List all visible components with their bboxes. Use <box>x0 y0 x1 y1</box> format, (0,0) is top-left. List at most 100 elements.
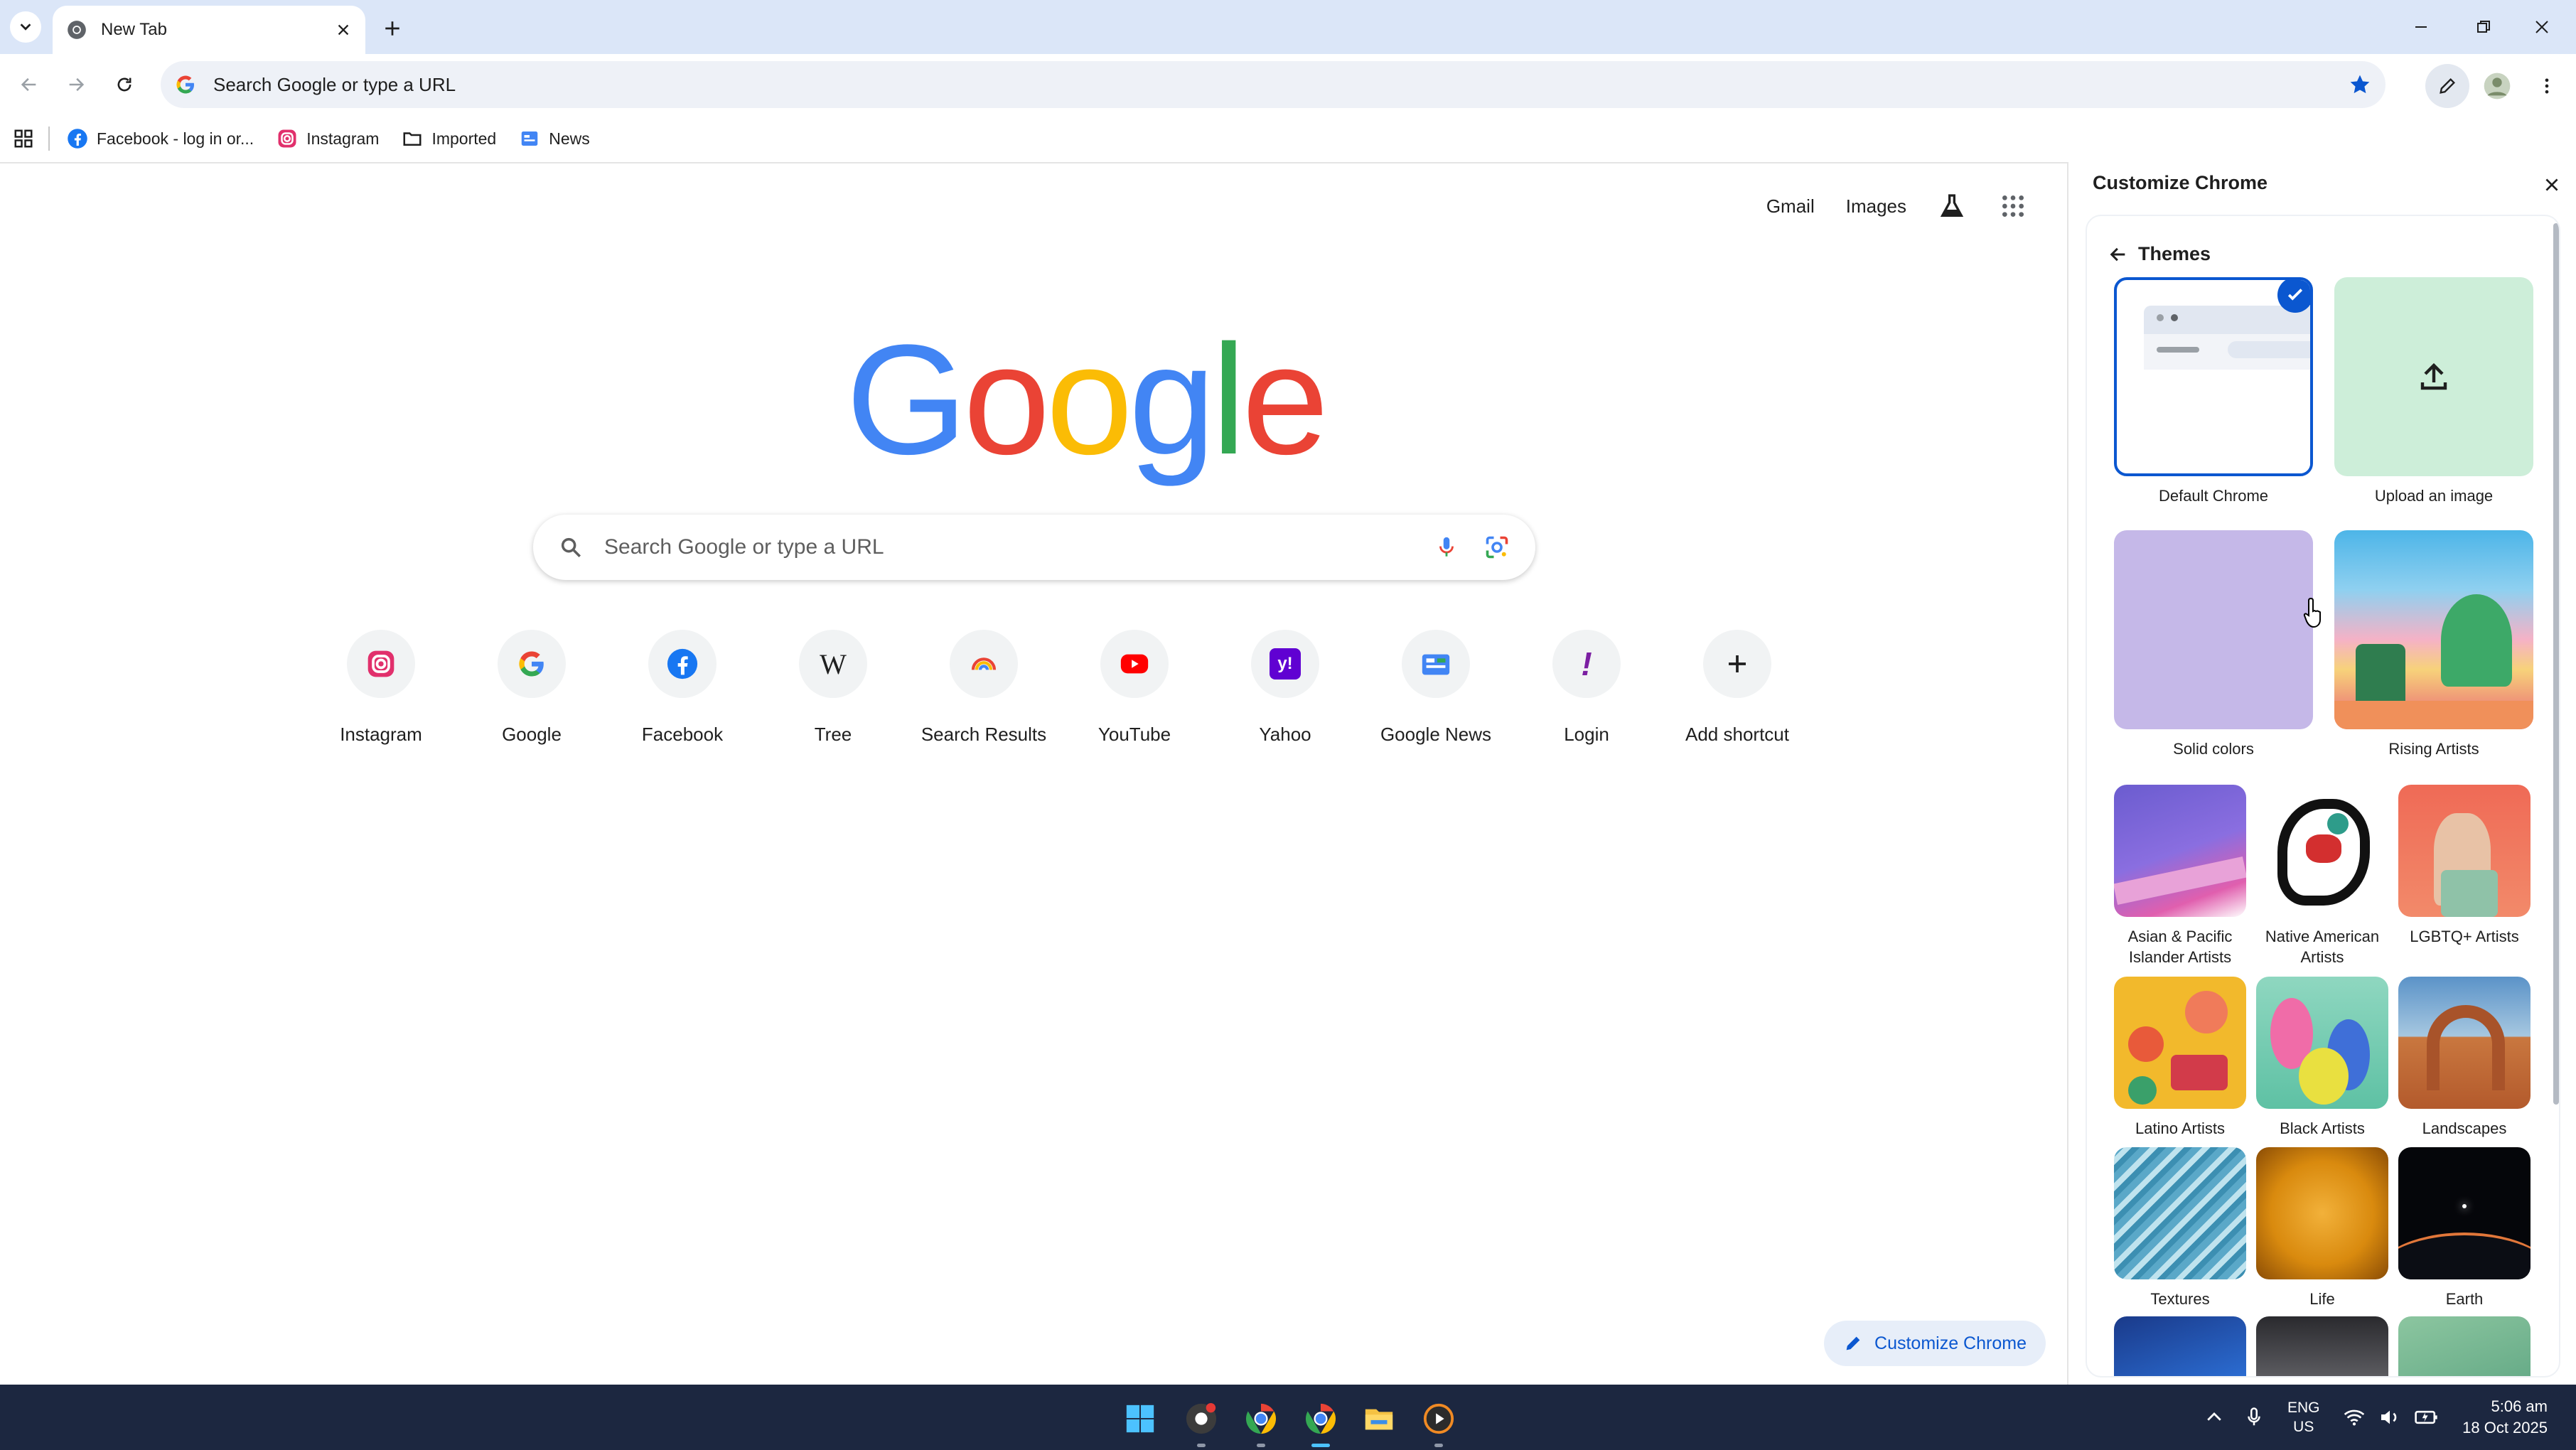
folder-icon <box>1365 1409 1393 1430</box>
input-language[interactable]: ENG US <box>2287 1398 2320 1437</box>
microphone-icon[interactable] <box>1434 535 1459 559</box>
tab-new-tab[interactable]: New Tab <box>53 6 365 54</box>
chrome-menu-button[interactable] <box>2528 67 2566 105</box>
chrome-icon <box>68 21 86 39</box>
tab-search-button[interactable] <box>10 11 41 43</box>
address-bar[interactable]: Search Google or type a URL <box>161 61 2386 108</box>
theme-black-artists[interactable]: Black Artists <box>2256 977 2388 1139</box>
chevron-up-icon[interactable] <box>2204 1407 2225 1428</box>
google-icon <box>519 651 544 677</box>
taskbar-app-chrome-2[interactable] <box>1240 1397 1282 1447</box>
windows-logo-icon <box>1126 1405 1154 1433</box>
search-icon <box>561 537 581 558</box>
theme-solid-colors[interactable]: Solid colors <box>2114 530 2313 760</box>
reload-icon <box>117 77 132 92</box>
close-icon[interactable] <box>336 22 351 38</box>
chrome-icon <box>1186 1402 1217 1434</box>
upload-icon <box>2420 362 2447 390</box>
side-panel-close-button[interactable] <box>2536 169 2567 200</box>
theme-partial-3[interactable] <box>2398 1316 2531 1376</box>
system-tray: ENG US <box>2204 1385 2438 1450</box>
shortcut-search-results[interactable]: Search Results <box>908 623 1059 786</box>
themes-back-button[interactable]: Themes <box>2108 243 2211 265</box>
profile-button[interactable] <box>2478 67 2516 105</box>
images-link[interactable]: Images <box>1846 195 1906 218</box>
theme-rising-artists[interactable]: Rising Artists <box>2334 530 2533 760</box>
shortcut-facebook[interactable]: Facebook <box>607 623 758 786</box>
bookmark-star-icon[interactable] <box>2349 73 2371 96</box>
bookmark-folder-imported[interactable]: Imported <box>402 128 496 149</box>
theme-lgbtq-artists[interactable]: LGBTQ+ Artists <box>2398 785 2531 947</box>
shortcut-youtube[interactable]: YouTube <box>1059 623 1210 786</box>
plus-icon <box>1729 655 1746 672</box>
taskbar-app-chrome-active[interactable] <box>1299 1397 1342 1447</box>
taskbar-app-file-explorer[interactable] <box>1358 1397 1400 1440</box>
shortcut-login[interactable]: ! Login <box>1511 623 1662 786</box>
battery-icon[interactable] <box>2414 1406 2438 1429</box>
new-tab-page: Gmail Images Google Search Google or typ… <box>0 162 2067 1385</box>
theme-textures[interactable]: Textures <box>2114 1147 2246 1310</box>
taskbar-app-chrome-1[interactable] <box>1180 1397 1223 1447</box>
more-vert-icon <box>2545 78 2549 94</box>
tab-title: New Tab <box>101 20 167 39</box>
bookmark-instagram[interactable]: Instagram <box>277 128 379 149</box>
side-panel-scrollbar[interactable] <box>2553 223 2559 1105</box>
google-lens-icon[interactable] <box>1484 535 1510 560</box>
windows-taskbar: ENG US 5:06 am 18 Oct 2025 <box>0 1385 2576 1450</box>
shortcut-google-news[interactable]: Google News <box>1361 623 1511 786</box>
arrow-left-icon <box>2110 247 2125 261</box>
instagram-icon <box>278 129 296 148</box>
wifi-icon[interactable] <box>2343 1406 2366 1429</box>
themes-card: Themes Default Chrome Upload an image So… <box>2086 215 2560 1378</box>
customize-chrome-side-panel: Customize Chrome Themes Default Chrome U… <box>2067 162 2576 1385</box>
theme-native-american-artists[interactable]: Native American Artists <box>2256 785 2388 967</box>
apps-grid-icon[interactable] <box>13 128 34 149</box>
theme-earth[interactable]: Earth <box>2398 1147 2531 1310</box>
theme-latino-artists[interactable]: Latino Artists <box>2114 977 2246 1139</box>
shortcut-instagram[interactable]: Instagram <box>306 623 456 786</box>
customize-chrome-button[interactable]: Customize Chrome <box>1824 1321 2046 1366</box>
chrome-icon <box>1305 1403 1336 1434</box>
arrow-right-icon <box>69 77 85 92</box>
reload-button[interactable] <box>108 68 141 101</box>
theme-landscapes[interactable]: Landscapes <box>2398 977 2531 1139</box>
shortcuts-row: Instagram Google Facebook W Tree Search … <box>306 623 1813 786</box>
forward-button[interactable] <box>60 68 92 101</box>
bookmark-facebook[interactable]: Facebook - log in or... <box>67 128 254 149</box>
gmail-link[interactable]: Gmail <box>1766 195 1815 218</box>
shortcut-google[interactable]: Google <box>456 623 607 786</box>
ntp-search-box[interactable]: Search Google or type a URL <box>533 515 1535 580</box>
restore-icon <box>2477 21 2490 33</box>
theme-life[interactable]: Life <box>2256 1147 2388 1310</box>
minimize-button[interactable] <box>2400 10 2442 44</box>
volume-icon[interactable] <box>2378 1406 2401 1429</box>
theme-asian-pacific-islander-artists[interactable]: Asian & Pacific Islander Artists <box>2114 785 2246 967</box>
taskbar-app-media-player[interactable] <box>1417 1397 1460 1447</box>
add-shortcut-button[interactable]: Add shortcut <box>1662 623 1813 786</box>
clock-time: 5:06 am <box>2491 1397 2548 1415</box>
restore-button[interactable] <box>2462 10 2505 44</box>
labs-icon[interactable] <box>1938 192 1966 220</box>
instagram-icon <box>367 650 395 677</box>
google-apps-icon[interactable] <box>1999 192 2027 220</box>
customize-chrome-toolbar-button[interactable] <box>2425 64 2469 108</box>
theme-partial-1[interactable] <box>2114 1316 2246 1376</box>
shortcut-tree[interactable]: W Tree <box>758 623 908 786</box>
bookmarks-bar: Facebook - log in or... Instagram Import… <box>0 115 2576 162</box>
theme-upload-image[interactable]: Upload an image <box>2334 277 2533 507</box>
new-tab-button[interactable] <box>377 13 408 44</box>
theme-default-chrome[interactable]: Default Chrome <box>2114 277 2313 507</box>
ntp-header-links: Gmail Images <box>1766 192 2027 220</box>
shortcut-yahoo[interactable]: y! Yahoo <box>1210 623 1361 786</box>
rainbow-icon <box>971 657 997 670</box>
chevron-down-icon <box>20 23 31 31</box>
microphone-icon[interactable] <box>2243 1407 2265 1428</box>
bookmark-news[interactable]: News <box>519 128 590 149</box>
back-button[interactable] <box>13 68 45 101</box>
close-window-button[interactable] <box>2521 10 2563 44</box>
start-button[interactable] <box>1119 1397 1161 1440</box>
browser-toolbar: Search Google or type a URL <box>0 54 2576 115</box>
clock[interactable]: 5:06 am 18 Oct 2025 <box>2462 1396 2548 1438</box>
theme-partial-2[interactable] <box>2256 1316 2388 1376</box>
tab-strip: New Tab <box>0 0 2576 54</box>
